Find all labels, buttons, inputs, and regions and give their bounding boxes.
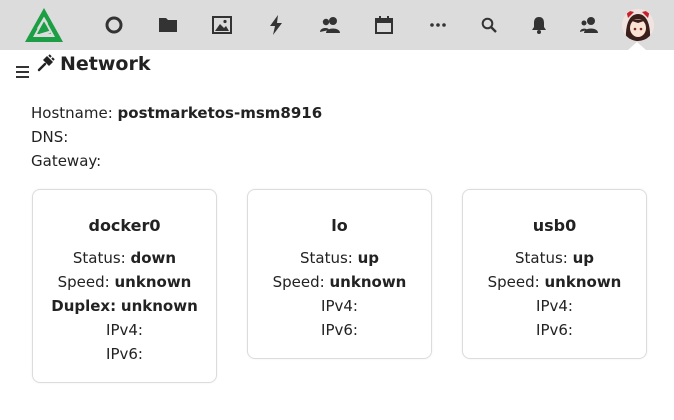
interface-status: Status: down <box>33 249 216 267</box>
dns-row: DNS: <box>31 128 68 146</box>
interface-speed: Speed: unknown <box>33 273 216 291</box>
calendar-icon[interactable] <box>372 13 396 37</box>
hostname-value: postmarketos-msm8916 <box>117 104 323 122</box>
interface-name: lo <box>331 216 348 235</box>
interface-card-usb0: usb0 Status: up Speed: unknown IPv4: IPv… <box>462 189 647 359</box>
contacts-icon[interactable] <box>318 13 342 37</box>
plug-icon <box>37 54 55 72</box>
status-value: down <box>130 249 177 267</box>
status-label: Status: <box>514 249 568 267</box>
interface-status: Status: up <box>248 249 431 267</box>
interface-name: docker0 <box>88 216 161 235</box>
interface-ipv4: IPv4: <box>106 321 143 339</box>
interface-speed: Speed: unknown <box>248 273 431 291</box>
dns-label: DNS: <box>31 128 69 146</box>
more-apps-icon[interactable] <box>426 13 450 37</box>
files-icon[interactable] <box>156 13 180 37</box>
sidebar-toggle-icon[interactable] <box>16 66 30 78</box>
status-value: up <box>572 249 595 267</box>
speed-value: unknown <box>544 273 622 291</box>
speed-label: Speed: <box>272 273 325 291</box>
status-label: Status: <box>72 249 126 267</box>
hostname-label: Hostname: <box>31 104 113 122</box>
user-avatar[interactable] <box>622 9 654 41</box>
speed-value: unknown <box>114 273 192 291</box>
interface-ipv6: IPv6: <box>536 321 573 339</box>
gateway-label: Gateway: <box>31 152 102 170</box>
contacts-menu-icon[interactable] <box>577 13 601 37</box>
interface-ipv6: IPv6: <box>321 321 358 339</box>
speed-label: Speed: <box>487 273 540 291</box>
status-label: Status: <box>299 249 353 267</box>
interface-ipv4: IPv4: <box>536 297 573 315</box>
duplex-value: unknown <box>120 297 198 315</box>
menu-caret <box>628 42 646 50</box>
interface-duplex: Duplex: unknown <box>33 297 216 315</box>
page-title: Network <box>60 53 151 75</box>
interface-ipv4: IPv4: <box>321 297 358 315</box>
photos-icon[interactable] <box>210 13 234 37</box>
speed-value: unknown <box>329 273 407 291</box>
hostname-row: Hostname: postmarketos-msm8916 <box>31 104 322 122</box>
interface-ipv6: IPv6: <box>106 345 143 363</box>
interface-name: usb0 <box>532 216 577 235</box>
notifications-icon[interactable] <box>527 13 551 37</box>
speed-label: Speed: <box>57 273 110 291</box>
interface-status: Status: up <box>463 249 646 267</box>
duplex-label: Duplex: <box>51 297 117 315</box>
app-logo-icon[interactable] <box>24 7 64 43</box>
interface-card-lo: lo Status: up Speed: unknown IPv4: IPv6: <box>247 189 432 359</box>
interface-speed: Speed: unknown <box>463 273 646 291</box>
gateway-row: Gateway: <box>31 152 101 170</box>
status-value: up <box>357 249 380 267</box>
activity-icon[interactable] <box>264 13 288 37</box>
search-icon[interactable] <box>477 13 501 37</box>
interface-card-docker0: docker0 Status: down Speed: unknown Dupl… <box>32 189 217 383</box>
top-navigation-bar <box>0 0 674 50</box>
dashboard-icon[interactable] <box>102 13 126 37</box>
